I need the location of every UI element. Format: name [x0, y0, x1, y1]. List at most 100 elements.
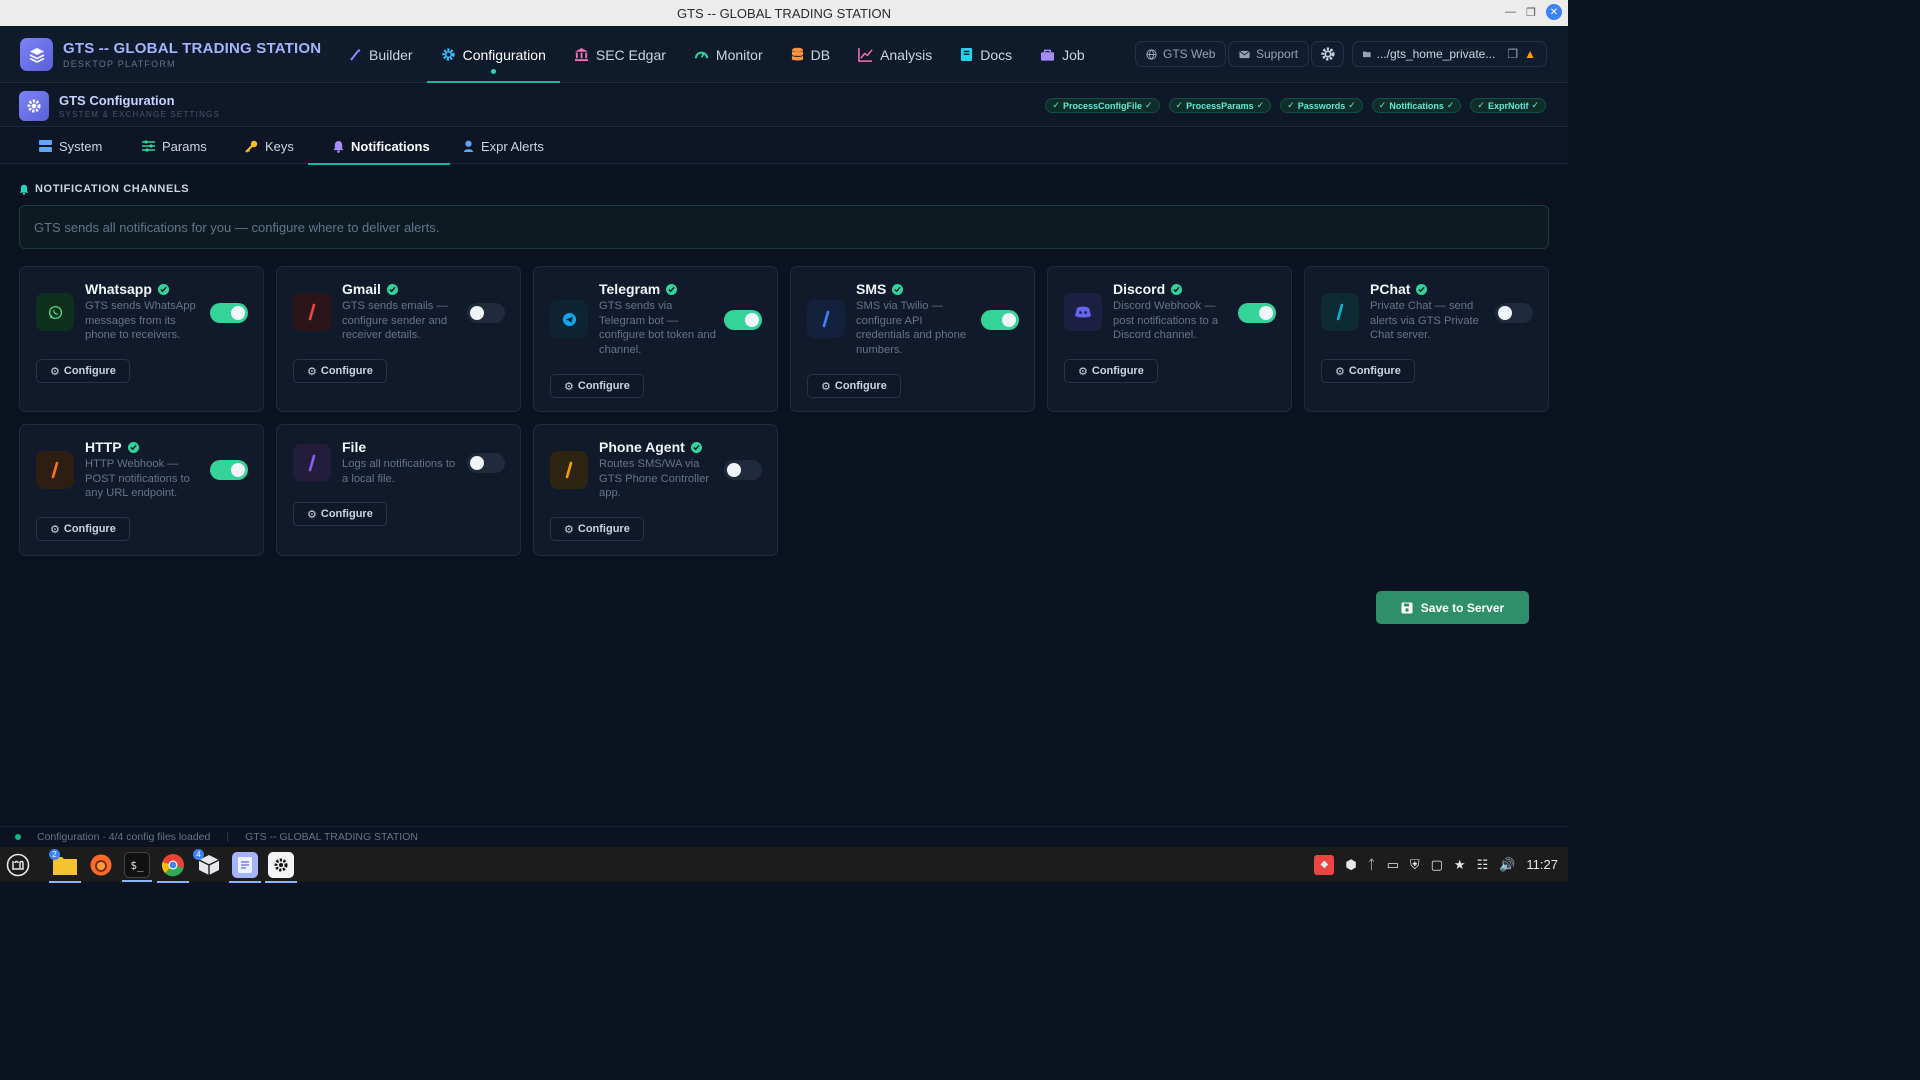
channel-name: Whatsapp	[85, 281, 169, 297]
configure-button[interactable]: ⚙ Configure	[36, 517, 130, 541]
tab-analysis[interactable]: Analysis	[844, 26, 946, 83]
channel-toggle[interactable]	[467, 453, 505, 473]
channel-name: Phone Agent	[599, 439, 702, 455]
configure-button[interactable]: ⚙ Configure	[807, 374, 901, 398]
config-title: GTS Configuration SYSTEM & EXCHANGE SETT…	[59, 93, 220, 119]
gts-web-label: GTS Web	[1163, 47, 1216, 61]
channel-name-text: File	[342, 439, 367, 455]
channel-toggle[interactable]	[724, 460, 762, 480]
tab-job[interactable]: Job	[1026, 26, 1099, 83]
anydesk-icon[interactable]: ◆	[1314, 854, 1335, 875]
configure-label: Configure	[320, 508, 373, 520]
subtab-params[interactable]: Params	[142, 128, 207, 164]
gts-app-icon[interactable]	[265, 852, 297, 883]
badge-label: Notifications	[1389, 100, 1444, 111]
tab-builder[interactable]: Builder	[334, 26, 427, 83]
copy-icon[interactable]: ❐	[1507, 47, 1518, 61]
configure-button[interactable]: ⚙ Configure	[1321, 359, 1415, 383]
gear-icon: ⚙	[1078, 365, 1088, 378]
subtab-notifications[interactable]: Notifications	[308, 128, 450, 165]
verified-check-icon	[386, 283, 398, 295]
shield-icon[interactable]: ⛨	[1410, 857, 1420, 873]
maximize-icon[interactable]: ❐	[1526, 6, 1536, 19]
save-to-server-button[interactable]: Save to Server	[1376, 591, 1529, 624]
subtab-expr-alerts[interactable]: Expr Alerts	[463, 128, 544, 164]
configure-button[interactable]: ⚙ Configure	[293, 502, 387, 526]
tab-docs[interactable]: Docs	[946, 26, 1026, 83]
top-navigation: GTS -- GLOBAL TRADING STATION DESKTOP PL…	[0, 26, 1568, 83]
settings-button[interactable]	[1311, 41, 1344, 67]
channel-toggle[interactable]	[210, 460, 248, 480]
tab-configuration[interactable]: Configuration	[426, 26, 561, 83]
channel-toggle[interactable]	[1238, 303, 1276, 323]
subtab-label: System	[59, 138, 103, 154]
configure-button[interactable]: ⚙ Configure	[1064, 359, 1158, 383]
clock[interactable]: 11:27	[1526, 857, 1558, 872]
status-badge: ✓ ProcessParams ✓	[1168, 98, 1272, 113]
chrome-app-icon[interactable]	[157, 852, 189, 883]
verified-check-icon	[127, 441, 139, 453]
window-titlebar: GTS -- GLOBAL TRADING STATION — ❐ ✕	[0, 0, 1568, 26]
configure-button[interactable]: ⚙ Configure	[293, 359, 387, 383]
firefox-app-icon[interactable]	[88, 852, 114, 878]
channel-toggle[interactable]	[981, 310, 1019, 330]
toggle-knob	[1002, 313, 1016, 327]
toggle-knob	[231, 463, 245, 477]
configure-label: Configure	[1348, 365, 1401, 377]
channel-toggle[interactable]	[210, 303, 248, 323]
server-icon	[39, 140, 52, 152]
tab-sec-edgar[interactable]: SEC Edgar	[560, 26, 680, 83]
pchat-icon	[1321, 293, 1359, 331]
configure-button[interactable]: ⚙ Configure	[550, 517, 644, 541]
bluetooth-icon[interactable]: ᛏ	[1368, 857, 1376, 872]
config-title-text: GTS Configuration	[59, 93, 175, 108]
notes-app-icon[interactable]	[229, 852, 261, 883]
support-button[interactable]: Support	[1228, 41, 1310, 67]
start-menu-icon[interactable]	[5, 852, 31, 878]
configure-label: Configure	[63, 523, 116, 535]
configure-button[interactable]: ⚙ Configure	[36, 359, 130, 383]
volume-icon[interactable]: 🔊	[1499, 857, 1515, 873]
clipboard-icon[interactable]: ▭	[1387, 857, 1399, 873]
open-folder-icon[interactable]: ▲	[1524, 47, 1536, 61]
wand-icon	[350, 48, 361, 61]
status-badge: ✓ ProcessConfigFile ✓	[1045, 98, 1160, 113]
info-text: GTS sends all notifications for you — co…	[34, 219, 440, 235]
channel-toggle[interactable]	[467, 303, 505, 323]
tab-monitor[interactable]: Monitor	[680, 26, 777, 83]
tab-db[interactable]: DB	[777, 26, 844, 83]
bell-icon	[19, 184, 29, 195]
package-app-icon[interactable]: 4	[193, 849, 222, 878]
section-title-text: NOTIFICATION CHANNELS	[35, 183, 190, 195]
channel-name-text: PChat	[1370, 281, 1411, 297]
files-app-icon[interactable]: 2	[49, 849, 81, 883]
channel-toggle[interactable]	[1495, 303, 1533, 323]
line-chart-icon	[858, 47, 873, 62]
cube-tray-icon[interactable]: ⬢	[1345, 857, 1356, 873]
gts-web-button[interactable]: GTS Web	[1135, 41, 1227, 67]
terminal-app-icon[interactable]: $_	[122, 852, 152, 882]
running-indicator	[265, 881, 297, 883]
channel-toggle[interactable]	[724, 310, 762, 330]
subtab-keys[interactable]: Keys	[245, 128, 294, 164]
minimize-icon[interactable]: —	[1505, 6, 1516, 18]
star-icon[interactable]: ★	[1454, 857, 1466, 873]
network-icon[interactable]: ☷	[1477, 857, 1489, 873]
badge-label: ExprNotif	[1487, 100, 1529, 111]
screen-icon[interactable]: ▢	[1431, 857, 1443, 873]
close-icon[interactable]: ✕	[1546, 4, 1562, 20]
tab-label: Monitor	[715, 46, 763, 63]
running-indicator	[229, 881, 261, 883]
phone-agent-icon	[550, 451, 588, 489]
channel-card-pchat: PChat Private Chat — send alerts via GTS…	[1304, 266, 1549, 412]
channel-name: Discord	[1113, 281, 1183, 297]
configure-button[interactable]: ⚙ Configure	[550, 374, 644, 398]
key-icon	[245, 140, 258, 153]
toggle-knob	[727, 463, 741, 477]
workspace-path[interactable]: .../gts_home_private... ❐ ▲	[1352, 41, 1547, 67]
subtab-label: Keys	[265, 138, 294, 154]
channel-card-http: HTTP HTTP Webhook — POST notifications t…	[19, 424, 264, 556]
subtab-system[interactable]: System	[39, 128, 102, 164]
subtab-label: Notifications	[351, 138, 430, 154]
folder-icon	[1363, 51, 1371, 58]
